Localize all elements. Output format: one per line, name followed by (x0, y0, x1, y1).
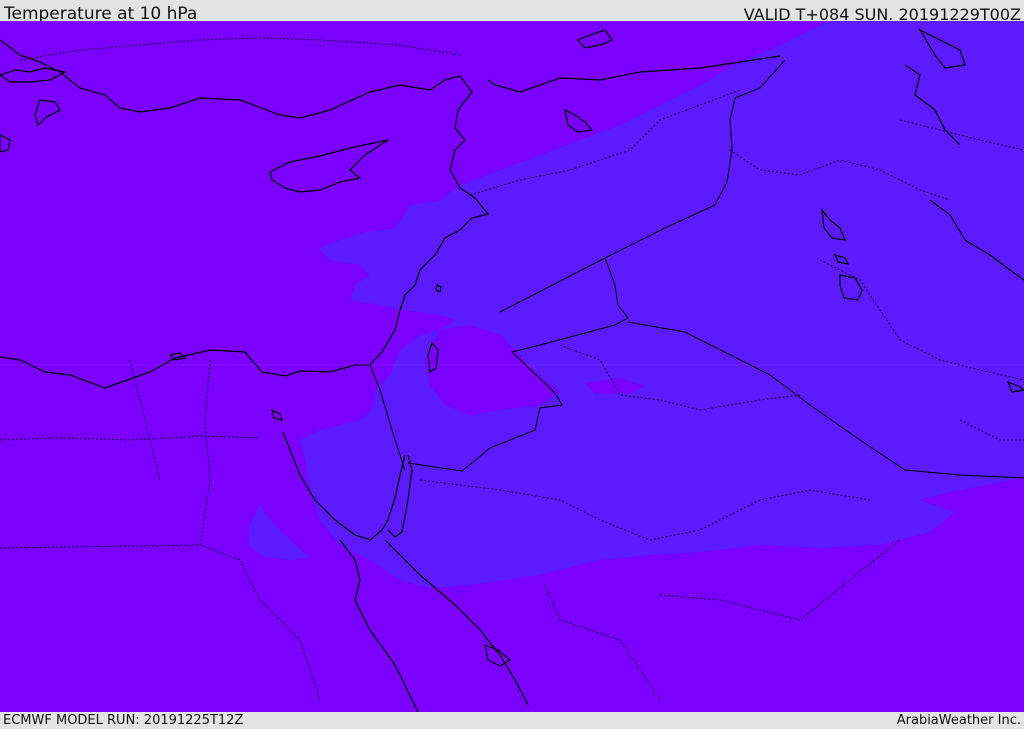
credit-label: ArabiaWeather Inc. (896, 713, 1021, 728)
model-run-label: ECMWF MODEL RUN: 20191225T12Z (3, 713, 244, 728)
footer-bar: ECMWF MODEL RUN: 20191225T12Z ArabiaWeat… (0, 712, 1024, 729)
forecast-map[interactable] (0, 21, 1024, 712)
header-bar: Temperature at 10 hPa VALID T+084 SUN. 2… (0, 0, 1024, 24)
